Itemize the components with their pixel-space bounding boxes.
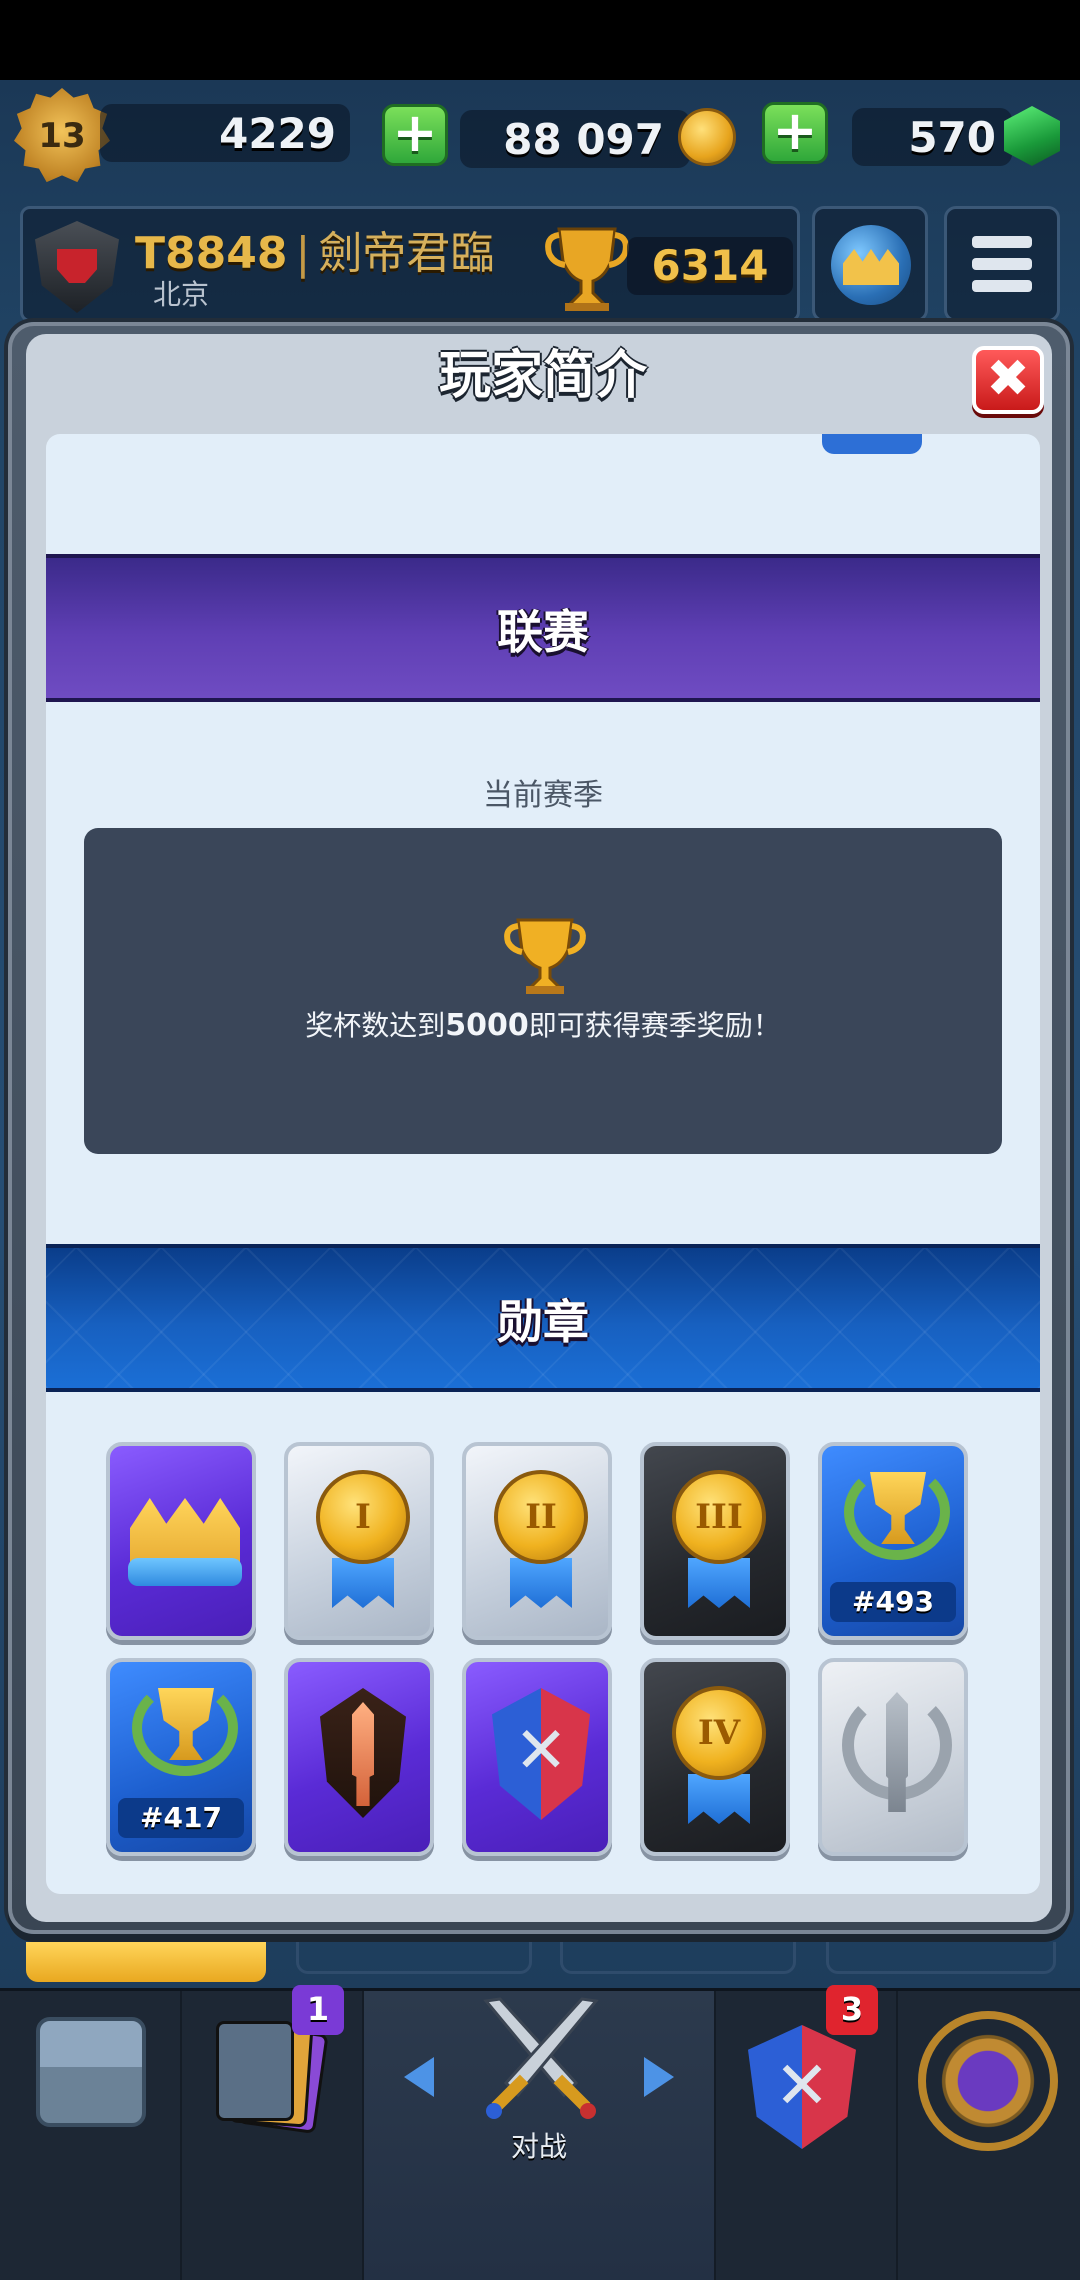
badges-section-header: 勋章 [46,1244,1040,1392]
bottom-peek-panel [826,1942,1056,1974]
ribbon-icon [688,1558,750,1608]
nav-clan[interactable]: 3 [716,1985,898,2280]
nav-battle[interactable]: 对战 [364,1991,716,2280]
crossed-swords-shield-icon [492,1688,590,1820]
medal-numeral: III [695,1497,743,1537]
name-separator: | [295,228,311,279]
trophy-count: 6314 [627,237,793,295]
card-back [216,2021,294,2121]
cards-icon [210,2019,330,2134]
badge-gray-laurel[interactable] [818,1658,968,1856]
profile-row: T8848 | 劍帝君臨 北京 6314 [0,206,1080,322]
ribbon-icon [688,1774,750,1824]
bottom-peek-panel [560,1942,796,1974]
medal-icon: IV [672,1686,766,1780]
profile-card[interactable]: T8848 | 劍帝君臨 北京 6314 [20,206,800,322]
message-prefix: 奖杯数达到 [305,1009,446,1042]
league-section-header: 联赛 [46,554,1040,702]
season-panel: 奖杯数达到5000即可获得赛季奖励！ [84,828,1002,1154]
leaderboard-button[interactable] [812,206,928,322]
events-emblem-icon [918,2011,1058,2151]
season-reward-message: 奖杯数达到5000即可获得赛季奖励！ [84,1004,1002,1044]
menu-button[interactable] [944,206,1060,322]
gold-counter: 4229 [100,104,350,162]
clan-name: 劍帝君臨 [318,228,495,279]
battle-label: 对战 [510,2130,567,2163]
coin-counter: 88 097 [460,110,690,168]
menu-line [972,280,1032,292]
clan-notification-badge: 3 [826,1985,878,2035]
medal-numeral: IV [697,1713,741,1753]
gem-icon [1004,106,1060,166]
sword-icon [886,1692,908,1812]
arrow-right-icon[interactable] [644,2057,674,2097]
chest-icon [36,2017,146,2127]
badge-rank-417[interactable]: #417 [106,1658,256,1856]
trophy-icon [545,227,629,311]
badge-grid: I II III #493 #417 ✕ IV [106,1442,986,1862]
coin-value: 88 097 [503,114,664,164]
trophy-icon [504,918,586,994]
cards-notification-badge: 1 [292,1985,344,2035]
badge-rank-493[interactable]: #493 [818,1442,968,1640]
bottom-peek-panel [296,1942,532,1974]
badge-crossed-shield[interactable] [462,1658,612,1856]
modal-title: 玩家简介 [438,346,647,406]
clan-shield-icon [748,2025,856,2149]
medal-icon: II [494,1470,588,1564]
menu-line [972,236,1032,248]
trophy-threshold: 5000 [445,1008,529,1043]
status-bar [0,0,1080,80]
ribbon-icon [510,1558,572,1608]
season-label: 当前赛季 [483,778,603,813]
medal-icon: I [316,1470,410,1564]
crown-band [128,1558,242,1586]
arrow-left-icon[interactable] [404,2057,434,2097]
menu-line [972,258,1032,270]
player-name-line: T8848 | 劍帝君臨 [135,217,494,281]
coin-icon [678,108,736,166]
add-gold-button[interactable]: + [382,104,448,166]
close-button[interactable]: ✖ [972,346,1044,414]
bottom-peek-button[interactable] [26,1942,266,1982]
rank-label: #417 [118,1798,244,1838]
medal-numeral: I [355,1497,371,1537]
badge-medal-2[interactable]: II [462,1442,612,1640]
nav-cards[interactable]: 1 [182,1985,364,2280]
badge-sword-shield[interactable] [284,1658,434,1856]
level-badge[interactable]: 13 [14,88,110,183]
tab-stub [822,434,922,454]
message-suffix: 即可获得赛季奖励！ [528,1009,781,1042]
rank-label: #493 [830,1582,956,1622]
badge-medal-4[interactable]: IV [640,1658,790,1856]
globe-crown-icon [831,225,911,305]
player-location: 北京 [153,278,210,311]
gold-value: 4229 [219,108,336,158]
medal-icon: III [672,1470,766,1564]
gem-counter: 570 [852,108,1012,166]
bottom-navigation: 1 对战 3 [0,1985,1080,2280]
resource-bar: 13 4229 + 88 097 + 570 [0,84,1080,184]
nav-shop[interactable] [0,1991,182,2280]
badge-medal-1[interactable]: I [284,1442,434,1640]
ribbon-icon [332,1558,394,1608]
nav-events[interactable] [898,1991,1080,2280]
modal-scroll-content[interactable]: 联赛 当前赛季 奖杯数达到5000即可获得赛季奖励！ 勋章 I II III #… [46,434,1040,1894]
crossed-swords-icon [483,1997,599,2119]
player-profile-modal: 玩家简介 ✖ 联赛 当前赛季 奖杯数达到5000即可获得赛季奖励！ 勋章 I I… [8,322,1070,1934]
clan-shield-icon [35,221,119,313]
gem-value: 570 [908,112,996,162]
add-gems-button[interactable]: + [762,102,828,164]
badge-medal-3[interactable]: III [640,1442,790,1640]
level-number: 13 [38,116,86,156]
medal-numeral: II [525,1497,557,1537]
sword-shield-icon [320,1688,406,1818]
player-name: T8848 [135,228,288,279]
badge-crown[interactable] [106,1442,256,1640]
